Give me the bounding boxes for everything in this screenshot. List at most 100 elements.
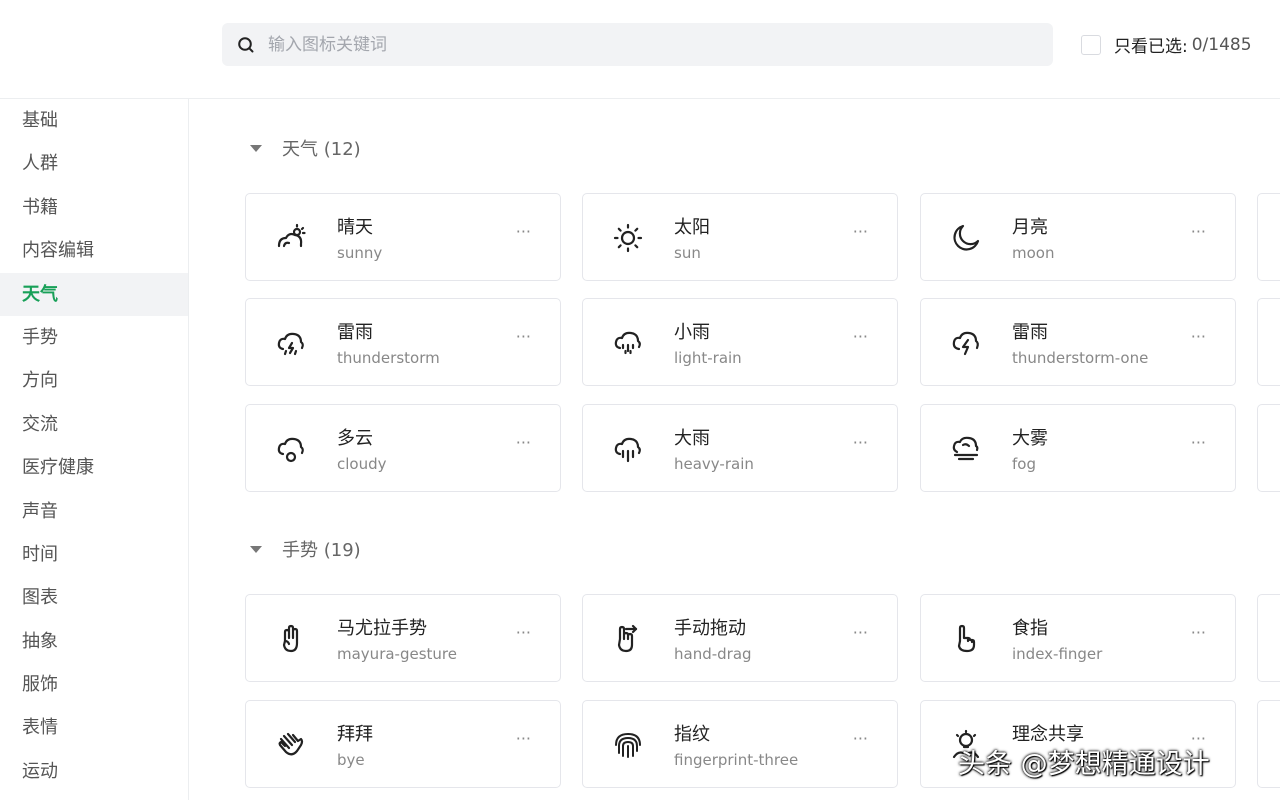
sidebar-item-basic[interactable]: 基础	[0, 99, 188, 142]
sidebar-item-abstract[interactable]: 抽象	[0, 620, 188, 663]
sidebar-item-weather[interactable]: 天气	[0, 272, 188, 316]
more-icon[interactable]: ···	[516, 222, 531, 241]
more-icon[interactable]: ···	[1191, 433, 1206, 452]
sidebar-item-direction[interactable]: 方向	[0, 359, 188, 402]
moon-icon	[953, 224, 980, 251]
icon-card[interactable]: 马尤拉手势 mayura-gesture ···	[245, 594, 561, 682]
icon-card[interactable]	[1257, 298, 1280, 386]
icon-name: 雷雨	[1012, 322, 1048, 343]
icon-key: thunderstorm	[337, 349, 440, 367]
icon-key: hand-drag	[674, 645, 752, 663]
fingerprint-three-icon	[615, 732, 641, 758]
sidebar-item-gesture[interactable]: 手势	[0, 316, 188, 359]
only-selected-checkbox[interactable]	[1081, 34, 1101, 55]
more-icon[interactable]: ···	[516, 433, 531, 452]
section-title: 手势 (19)	[282, 540, 361, 561]
category-sidebar: 基础 人群 书籍 内容编辑 天气 手势 方向 交流 医疗健康 声音 时间 图表 …	[0, 99, 189, 800]
icon-name: 指纹	[674, 724, 710, 745]
only-selected-filter[interactable]: 只看已选: 0/1485	[1081, 32, 1252, 57]
sidebar-item-people[interactable]: 人群	[0, 142, 188, 185]
icon-key: sun	[674, 244, 701, 262]
icon-card[interactable]: 晴天 sunny ···	[245, 193, 561, 281]
watermark: 头条 @梦想精通设计	[958, 749, 1210, 780]
icon-name: 晴天	[337, 217, 373, 238]
more-icon[interactable]: ···	[1191, 222, 1206, 241]
more-icon[interactable]: ···	[516, 327, 531, 346]
icon-card[interactable]: 手动拖动 hand-drag ···	[582, 594, 898, 682]
icon-card[interactable]: 太阳 sun ···	[582, 193, 898, 281]
icon-key: light-rain	[674, 349, 742, 367]
search-input[interactable]	[266, 33, 1030, 56]
more-icon[interactable]: ···	[853, 623, 868, 642]
more-icon[interactable]: ···	[516, 623, 531, 642]
icon-name: 大雾	[1012, 428, 1048, 449]
light-rain-icon	[614, 331, 641, 355]
icon-name: 月亮	[1012, 217, 1048, 238]
icon-card[interactable]	[1257, 193, 1280, 281]
icon-card[interactable]: 月亮 moon ···	[920, 193, 1236, 281]
icon-card[interactable]	[1257, 594, 1280, 682]
cloudy-icon	[277, 437, 304, 463]
caret-down-icon	[250, 144, 262, 152]
sidebar-item-communication[interactable]: 交流	[0, 403, 188, 446]
sunny-icon	[277, 223, 306, 248]
more-icon[interactable]: ···	[853, 222, 868, 241]
icon-name: 太阳	[674, 217, 710, 238]
more-icon[interactable]: ···	[516, 729, 531, 748]
icon-key: fingerprint-three	[674, 751, 799, 769]
sidebar-item-content-edit[interactable]: 内容编辑	[0, 229, 188, 272]
icon-name: 雷雨	[337, 322, 373, 343]
icon-key: bye	[337, 751, 365, 769]
sidebar-item-time[interactable]: 时间	[0, 533, 188, 576]
section-title: 天气 (12)	[282, 139, 361, 160]
icon-card[interactable]: 指纹 fingerprint-three ···	[582, 700, 898, 788]
caret-down-icon	[250, 545, 262, 553]
more-icon[interactable]: ···	[853, 433, 868, 452]
section-header-weather[interactable]: 天气 (12)	[250, 135, 361, 161]
sidebar-item-charts[interactable]: 图表	[0, 576, 188, 619]
icon-name: 食指	[1012, 618, 1048, 639]
sidebar-item-books[interactable]: 书籍	[0, 186, 188, 229]
sidebar-item-sports[interactable]: 运动	[0, 750, 188, 793]
sidebar-item-clothing[interactable]: 服饰	[0, 663, 188, 706]
sidebar-item-emoji[interactable]: 表情	[0, 706, 188, 749]
thunderstorm-one-icon	[952, 331, 979, 356]
sidebar-item-sound[interactable]: 声音	[0, 490, 188, 533]
index-finger-icon	[957, 624, 976, 653]
icon-key: fog	[1012, 455, 1036, 473]
icon-card[interactable]: 大雾 fog ···	[920, 404, 1236, 492]
hand-drag-icon	[617, 624, 638, 653]
icon-card[interactable]: 多云 cloudy ···	[245, 404, 561, 492]
icon-card[interactable]	[1257, 404, 1280, 492]
icon-key: sunny	[337, 244, 383, 262]
only-selected-label: 只看已选:	[1114, 37, 1188, 57]
section-header-gesture[interactable]: 手势 (19)	[250, 536, 361, 562]
icon-key: index-finger	[1012, 645, 1103, 663]
icon-key: thunderstorm-one	[1012, 349, 1149, 367]
search-box[interactable]	[222, 23, 1053, 66]
thunderstorm-icon	[277, 332, 304, 356]
icon-card[interactable]: 雷雨 thunderstorm-one ···	[920, 298, 1236, 386]
bye-icon	[278, 732, 304, 756]
icon-card[interactable]: 小雨 light-rain ···	[582, 298, 898, 386]
icon-name: 小雨	[674, 322, 710, 343]
selected-count: 0/1485	[1191, 34, 1252, 55]
icon-key: heavy-rain	[674, 455, 754, 473]
sidebar-item-medical[interactable]: 医疗健康	[0, 446, 188, 489]
fog-icon	[952, 436, 979, 461]
more-icon[interactable]: ···	[1191, 623, 1206, 642]
mayura-gesture-icon	[282, 624, 299, 653]
search-icon	[236, 35, 256, 55]
more-icon[interactable]: ···	[853, 729, 868, 748]
icon-card[interactable]: 雷雨 thunderstorm ···	[245, 298, 561, 386]
more-icon[interactable]: ···	[853, 327, 868, 346]
more-icon[interactable]: ···	[1191, 327, 1206, 346]
icon-card[interactable]	[1257, 700, 1280, 788]
icon-key: cloudy	[337, 455, 387, 473]
icon-name: 马尤拉手势	[337, 618, 427, 639]
icon-name: 大雨	[674, 428, 710, 449]
icon-card[interactable]: 大雨 heavy-rain ···	[582, 404, 898, 492]
icon-card[interactable]: 拜拜 bye ···	[245, 700, 561, 788]
heavy-rain-icon	[614, 437, 641, 463]
icon-card[interactable]: 食指 index-finger ···	[920, 594, 1236, 682]
